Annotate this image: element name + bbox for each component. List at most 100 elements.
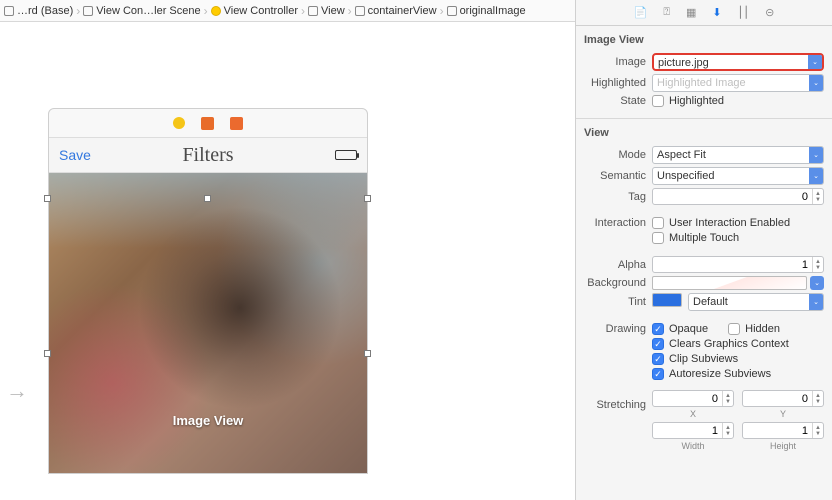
clears-graphics-cblabel: Clears Graphics Context [669,338,789,350]
stretch-x-stepper[interactable]: ▲▼ [652,390,734,407]
breadcrumb-item[interactable]: View Controller [211,5,298,17]
stretch-width-input[interactable] [653,423,722,438]
section-header: View [576,123,832,143]
breadcrumb-sep-icon: › [76,4,80,18]
attributes-inspector-icon[interactable]: ⬇︎ [712,6,721,19]
resize-handle[interactable] [364,195,371,202]
breadcrumb-sep-icon: › [204,4,208,18]
tint-color-well[interactable] [652,293,682,307]
stepper-icon[interactable]: ▲▼ [722,423,733,438]
section-view: View Mode Aspect Fit⌄ Semantic Unspecifi… [576,119,832,462]
stepper-icon[interactable]: ▲▼ [812,189,823,204]
identity-inspector-icon[interactable]: ▦ [686,6,696,19]
image-content [49,173,367,473]
size-inspector-icon[interactable]: ⎮⎮ [738,6,749,19]
alpha-stepper[interactable]: ▲▼ [652,256,824,273]
save-button[interactable]: Save [59,147,91,163]
chevron-updown-icon[interactable]: ⌄ [809,147,823,163]
view-icon [355,6,365,16]
chevron-down-icon[interactable]: ⌄ [809,75,823,91]
breadcrumb-item[interactable]: …rd (Base) [4,5,73,17]
breadcrumb-item[interactable]: View Con…ler Scene [83,5,200,17]
stretch-x-sublabel: X [690,409,696,419]
tag-input[interactable] [653,189,812,204]
stretch-width-stepper[interactable]: ▲▼ [652,422,734,439]
stretch-width-sublabel: Width [681,441,704,451]
stretch-x-input[interactable] [653,391,722,406]
section-imageview: Image View Image picture.jpg ⌄ Highlight… [576,26,832,119]
interaction-label: Interaction [576,217,652,229]
semantic-label: Semantic [576,170,652,182]
stepper-icon[interactable]: ▲▼ [812,423,823,438]
breadcrumb: …rd (Base) › View Con…ler Scene › View C… [0,0,575,22]
scene-icon [83,6,93,16]
stretching-label: Stretching [576,399,652,411]
multiple-touch-checkbox[interactable] [652,232,664,244]
device-toolbar [49,109,367,137]
chevron-updown-icon[interactable]: ⌄ [809,168,823,184]
clip-subviews-cblabel: Clip Subviews [669,353,738,365]
user-interaction-checkbox[interactable] [652,217,664,229]
image-value: picture.jpg [654,55,808,69]
file-inspector-icon[interactable]: 📄 [634,6,648,19]
connections-inspector-icon[interactable]: ⊝ [765,6,774,19]
device-frame[interactable]: Save Filters Image View [48,108,368,474]
background-color-well[interactable] [652,276,807,290]
stepper-icon[interactable]: ▲▼ [722,391,733,406]
hidden-cblabel: Hidden [745,323,780,335]
stretch-y-stepper[interactable]: ▲▼ [742,390,824,407]
state-label: State [576,95,652,107]
multiple-touch-cblabel: Multiple Touch [669,232,739,244]
breadcrumb-item[interactable]: View [308,5,345,17]
breadcrumb-item[interactable]: originalImage [447,5,526,17]
clears-graphics-checkbox[interactable]: ✓ [652,338,664,350]
stepper-icon[interactable]: ▲▼ [812,257,823,272]
chevron-updown-icon[interactable]: ⌄ [810,276,824,290]
mode-combo[interactable]: Aspect Fit⌄ [652,146,824,164]
mode-label: Mode [576,149,652,161]
stretch-y-sublabel: Y [780,409,786,419]
highlighted-combo[interactable]: Highlighted Image ⌄ [652,74,824,92]
chevron-updown-icon[interactable]: ⌄ [809,294,823,310]
first-responder-icon[interactable] [201,117,214,130]
image-view-label: Image View [173,413,244,428]
stretch-height-input[interactable] [743,423,812,438]
opaque-checkbox[interactable]: ✓ [652,323,664,335]
hidden-checkbox[interactable] [728,323,740,335]
exit-icon[interactable] [230,117,243,130]
resize-handle[interactable] [364,350,371,357]
image-view[interactable]: Image View [49,173,367,473]
nav-title: Filters [182,144,233,167]
autoresize-subviews-checkbox[interactable]: ✓ [652,368,664,380]
stretch-height-stepper[interactable]: ▲▼ [742,422,824,439]
inspector-tabs: 📄 ⍰ ▦ ⬇︎ ⎮⎮ ⊝ [576,0,832,26]
constraint-arrow-icon: → [6,378,28,404]
state-highlighted-cblabel: Highlighted [669,95,724,107]
alpha-input[interactable] [653,257,812,272]
resize-handle[interactable] [204,195,211,202]
image-combo[interactable]: picture.jpg ⌄ [652,53,824,71]
resize-handle[interactable] [44,350,51,357]
drawing-label: Drawing [576,323,652,335]
help-inspector-icon[interactable]: ⍰ [663,6,670,19]
user-interaction-cblabel: User Interaction Enabled [669,217,790,229]
section-header: Image View [576,30,832,50]
view-icon [447,6,457,16]
image-label: Image [576,56,652,68]
opaque-cblabel: Opaque [669,323,708,335]
tint-combo[interactable]: Default⌄ [688,293,824,311]
stretch-y-input[interactable] [743,391,812,406]
chevron-down-icon[interactable]: ⌄ [808,55,822,69]
viewcontroller-orb-icon[interactable] [173,117,185,129]
clip-subviews-checkbox[interactable]: ✓ [652,353,664,365]
tag-stepper[interactable]: ▲▼ [652,188,824,205]
breadcrumb-sep-icon: › [348,4,352,18]
view-icon [308,6,318,16]
resize-handle[interactable] [44,195,51,202]
state-highlighted-checkbox[interactable] [652,95,664,107]
highlighted-label: Highlighted [576,77,652,89]
stretch-height-sublabel: Height [770,441,796,451]
breadcrumb-item[interactable]: containerView [355,5,437,17]
semantic-combo[interactable]: Unspecified⌄ [652,167,824,185]
stepper-icon[interactable]: ▲▼ [812,391,823,406]
